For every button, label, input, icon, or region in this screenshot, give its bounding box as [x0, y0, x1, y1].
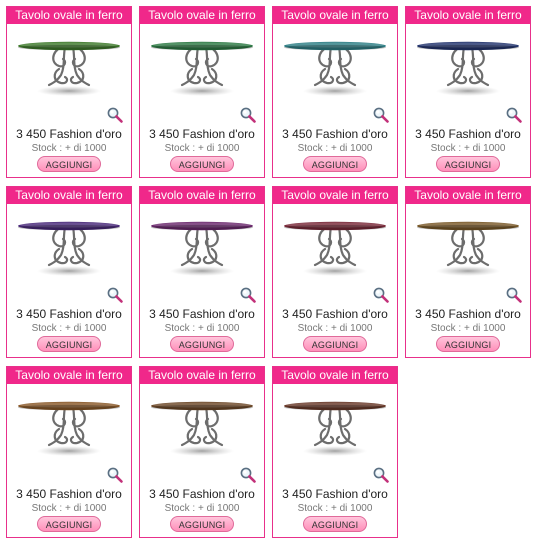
product-image[interactable]: [140, 33, 264, 99]
product-stock: Stock : + di 1000: [31, 143, 107, 154]
product-stock: Stock : + di 1000: [297, 143, 373, 154]
add-button[interactable]: AGGIUNGI: [37, 336, 101, 352]
product-price: 3 450 Fashion d'oro: [149, 487, 255, 501]
product-card: Tavolo ovale in ferro 3 450 Fashion d'oro…: [139, 6, 265, 178]
product-price: 3 450 Fashion d'oro: [149, 307, 255, 321]
magnifier-icon[interactable]: [372, 286, 390, 304]
add-button[interactable]: AGGIUNGI: [436, 156, 500, 172]
product-stock: Stock : + di 1000: [430, 323, 506, 334]
product-image[interactable]: [273, 213, 397, 279]
product-stock: Stock : + di 1000: [164, 323, 240, 334]
product-image[interactable]: [7, 213, 131, 279]
product-image[interactable]: [7, 393, 131, 459]
product-price: 3 450 Fashion d'oro: [282, 487, 388, 501]
product-card: Tavolo ovale in ferro 3 450 Fashion d'oro…: [272, 186, 398, 358]
product-card: Tavolo ovale in ferro 3 450 Fashion d'oro…: [6, 186, 132, 358]
add-button[interactable]: AGGIUNGI: [170, 336, 234, 352]
oval-iron-table-icon: [417, 41, 519, 96]
magnifier-icon[interactable]: [505, 106, 523, 124]
add-button[interactable]: AGGIUNGI: [170, 516, 234, 532]
product-title: Tavolo ovale in ferro: [273, 367, 397, 384]
product-grid: Tavolo ovale in ferro 3 450 Fashion d'oro…: [0, 0, 547, 547]
add-button[interactable]: AGGIUNGI: [37, 516, 101, 532]
add-button[interactable]: AGGIUNGI: [37, 156, 101, 172]
product-title: Tavolo ovale in ferro: [406, 187, 530, 204]
product-stock: Stock : + di 1000: [31, 503, 107, 514]
add-button[interactable]: AGGIUNGI: [436, 336, 500, 352]
oval-iron-table-icon: [151, 41, 253, 96]
product-price: 3 450 Fashion d'oro: [415, 307, 521, 321]
product-card: Tavolo ovale in ferro 3 450 Fashion d'oro…: [139, 366, 265, 538]
add-button[interactable]: AGGIUNGI: [303, 156, 367, 172]
oval-iron-table-icon: [151, 221, 253, 276]
product-title: Tavolo ovale in ferro: [7, 367, 131, 384]
oval-iron-table-icon: [18, 221, 120, 276]
product-price: 3 450 Fashion d'oro: [149, 127, 255, 141]
magnifier-icon[interactable]: [239, 466, 257, 484]
oval-iron-table-icon: [18, 41, 120, 96]
product-title: Tavolo ovale in ferro: [273, 187, 397, 204]
product-card: Tavolo ovale in ferro 3 450 Fashion d'oro…: [6, 366, 132, 538]
product-card: Tavolo ovale in ferro 3 450 Fashion d'oro…: [6, 6, 132, 178]
product-card: Tavolo ovale in ferro 3 450 Fashion d'oro…: [405, 6, 531, 178]
add-button[interactable]: AGGIUNGI: [303, 516, 367, 532]
product-stock: Stock : + di 1000: [164, 143, 240, 154]
product-price: 3 450 Fashion d'oro: [16, 487, 122, 501]
product-title: Tavolo ovale in ferro: [140, 187, 264, 204]
magnifier-icon[interactable]: [106, 466, 124, 484]
magnifier-icon[interactable]: [239, 106, 257, 124]
product-image[interactable]: [140, 393, 264, 459]
product-image[interactable]: [140, 213, 264, 279]
product-price: 3 450 Fashion d'oro: [282, 307, 388, 321]
product-card: Tavolo ovale in ferro 3 450 Fashion d'oro…: [272, 6, 398, 178]
product-price: 3 450 Fashion d'oro: [282, 127, 388, 141]
product-price: 3 450 Fashion d'oro: [415, 127, 521, 141]
product-title: Tavolo ovale in ferro: [140, 367, 264, 384]
add-button[interactable]: AGGIUNGI: [170, 156, 234, 172]
product-stock: Stock : + di 1000: [297, 323, 373, 334]
product-title: Tavolo ovale in ferro: [406, 7, 530, 24]
product-title: Tavolo ovale in ferro: [273, 7, 397, 24]
product-card: Tavolo ovale in ferro 3 450 Fashion d'oro…: [405, 186, 531, 358]
product-price: 3 450 Fashion d'oro: [16, 127, 122, 141]
magnifier-icon[interactable]: [505, 286, 523, 304]
add-button[interactable]: AGGIUNGI: [303, 336, 367, 352]
oval-iron-table-icon: [417, 221, 519, 276]
product-stock: Stock : + di 1000: [430, 143, 506, 154]
oval-iron-table-icon: [284, 401, 386, 456]
product-price: 3 450 Fashion d'oro: [16, 307, 122, 321]
magnifier-icon[interactable]: [372, 106, 390, 124]
magnifier-icon[interactable]: [239, 286, 257, 304]
product-stock: Stock : + di 1000: [31, 323, 107, 334]
oval-iron-table-icon: [284, 41, 386, 96]
product-card: Tavolo ovale in ferro 3 450 Fashion d'oro…: [272, 366, 398, 538]
product-image[interactable]: [273, 393, 397, 459]
magnifier-icon[interactable]: [106, 286, 124, 304]
magnifier-icon[interactable]: [106, 106, 124, 124]
oval-iron-table-icon: [18, 401, 120, 456]
product-stock: Stock : + di 1000: [164, 503, 240, 514]
product-title: Tavolo ovale in ferro: [7, 7, 131, 24]
product-stock: Stock : + di 1000: [297, 503, 373, 514]
product-image[interactable]: [7, 33, 131, 99]
magnifier-icon[interactable]: [372, 466, 390, 484]
product-image[interactable]: [406, 33, 530, 99]
oval-iron-table-icon: [151, 401, 253, 456]
product-image[interactable]: [273, 33, 397, 99]
oval-iron-table-icon: [284, 221, 386, 276]
product-card: Tavolo ovale in ferro 3 450 Fashion d'oro…: [139, 186, 265, 358]
product-image[interactable]: [406, 213, 530, 279]
product-title: Tavolo ovale in ferro: [7, 187, 131, 204]
product-title: Tavolo ovale in ferro: [140, 7, 264, 24]
